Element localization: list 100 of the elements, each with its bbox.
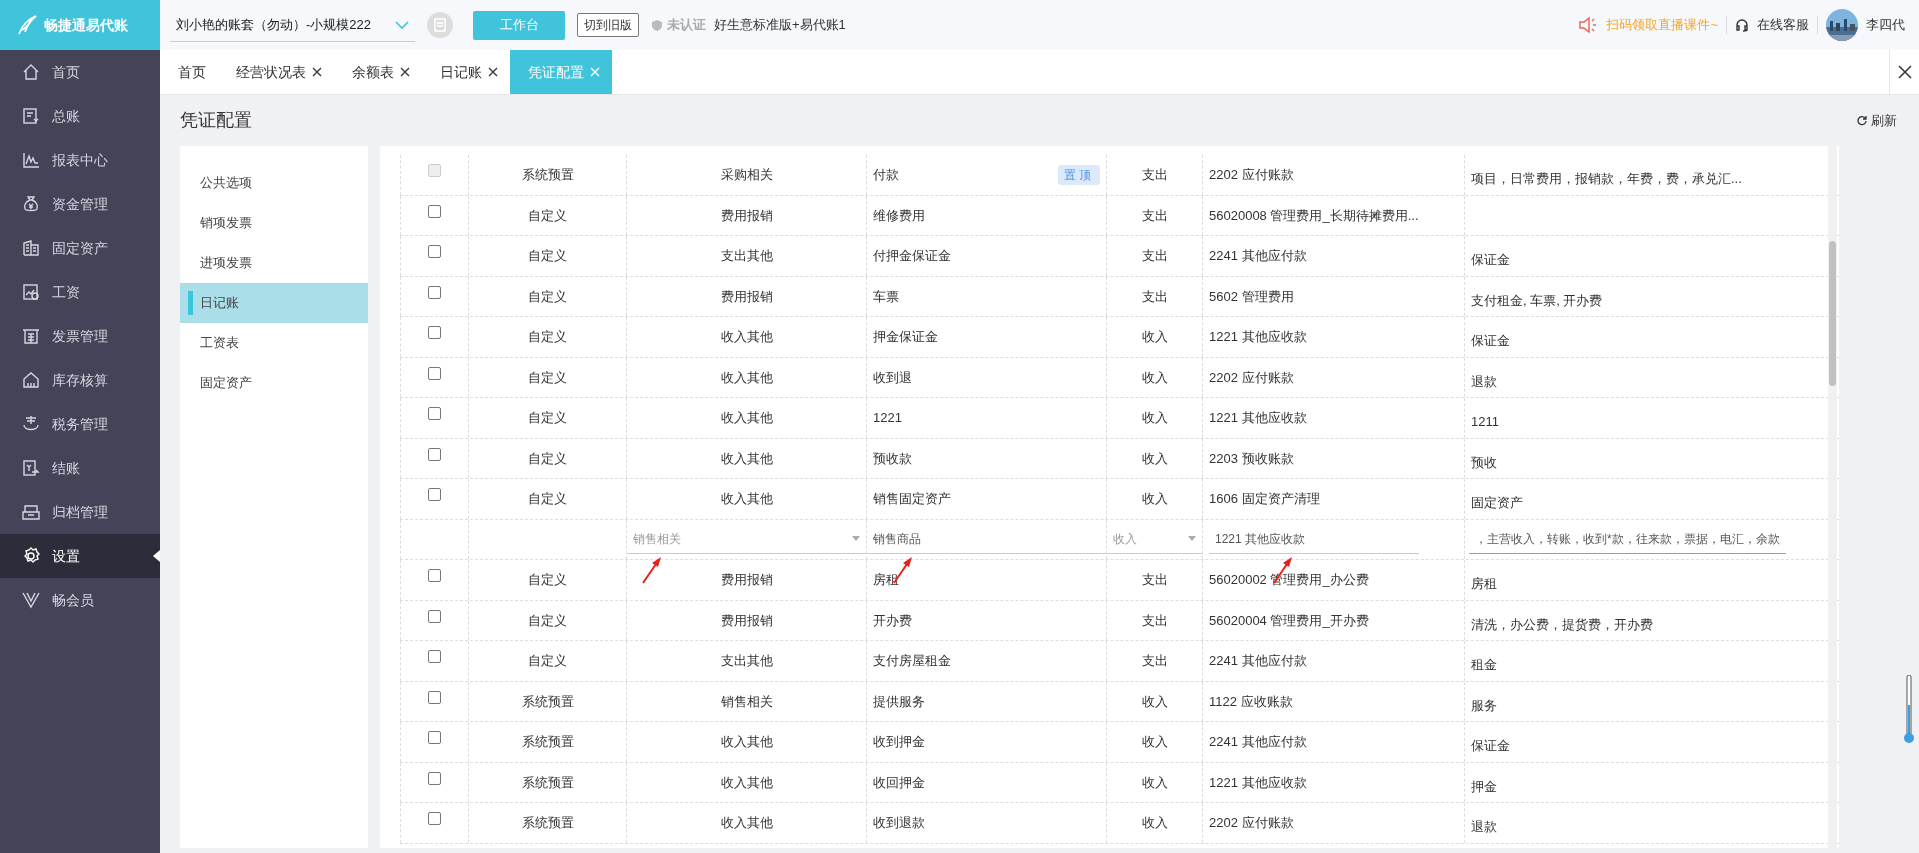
home-icon <box>22 63 40 81</box>
table-cell-text: 支付房屋租金 <box>873 652 951 670</box>
table-cell-text: 自定义 <box>528 611 567 630</box>
table-cell-text: 1122 应收账款 <box>1209 692 1293 711</box>
checkbox[interactable] <box>428 771 441 785</box>
checkbox[interactable] <box>428 609 441 623</box>
nav-item[interactable]: 归档管理 <box>0 490 160 534</box>
settings-menu-item[interactable]: 公共选项 <box>180 163 368 203</box>
table-cell-text: 提供服务 <box>873 692 925 711</box>
chevron-down-icon <box>395 19 409 30</box>
settings-menu-item[interactable]: 工资表 <box>180 323 368 363</box>
table-cell-text: 支出 <box>1141 287 1168 306</box>
nav-item[interactable]: 畅会员 <box>0 578 160 622</box>
table-cell-text: 系统预置 <box>521 773 574 792</box>
headset-icon[interactable] <box>1735 18 1749 32</box>
table-cell-text: 租金 <box>1471 656 1497 674</box>
checkbox[interactable] <box>428 488 441 502</box>
nav-item[interactable]: 报表中心 <box>0 138 160 182</box>
nav-item[interactable]: 税务管理 <box>0 402 160 446</box>
nav-item[interactable]: 资金管理 <box>0 182 160 226</box>
table-cell-text: 收入 <box>1141 490 1168 508</box>
settings-menu-item[interactable]: 销项发票 <box>180 203 368 243</box>
nav-item[interactable]: 首页 <box>0 50 160 94</box>
keywords-field[interactable]: ，主营收入，转账，收到*款，往来款，票据，电汇，余款 <box>1469 524 1786 555</box>
checkbox[interactable] <box>428 285 441 299</box>
table-cell-text: 收入 <box>1141 733 1168 751</box>
table-cell-text: 自定义 <box>528 652 567 670</box>
table-cell-text: 固定资产 <box>1471 494 1523 512</box>
table-cell-text: 1221 其他应收款 <box>1209 773 1307 792</box>
old-version-button[interactable]: 切到旧版 <box>577 13 639 37</box>
settings-menu-item[interactable]: 日记账 <box>180 283 368 323</box>
close-icon[interactable] <box>1897 65 1912 79</box>
table-cell-text: 系统预置 <box>521 814 574 832</box>
table-cell-text: 1221 <box>873 409 902 427</box>
checkbox[interactable] <box>428 366 441 380</box>
close-icon[interactable] <box>312 67 322 77</box>
payroll-icon <box>22 283 40 301</box>
table-cell-text: 自定义 <box>528 409 567 427</box>
table-cell-text: 保证金 <box>1471 332 1510 350</box>
settings-menu-item[interactable]: 进项发票 <box>180 243 368 283</box>
tab[interactable]: 余额表 <box>334 50 422 94</box>
name-field[interactable]: 销售商品 <box>867 524 1106 555</box>
tab[interactable]: 日记账 <box>422 50 510 94</box>
table-cell-text: 支付租金, 车票, 开办费 <box>1471 291 1603 310</box>
nav-item[interactable]: 库存核算 <box>0 358 160 402</box>
table-cell-text: 支出其他 <box>720 247 773 265</box>
table-cell-text: 2241 其他应付款 <box>1209 247 1307 265</box>
account-selector[interactable]: 刘小艳的账套（勿动）-小规模222 <box>170 8 415 42</box>
table-cell-text: 支出 <box>1141 611 1168 630</box>
table-cell-text: 保证金 <box>1471 251 1510 269</box>
checkbox[interactable] <box>428 245 441 259</box>
nav-item[interactable]: 结账 <box>0 446 160 490</box>
tab[interactable]: 首页 <box>160 50 218 94</box>
nav-item[interactable]: 设置 <box>0 534 160 578</box>
table-cell-text: 1211 <box>1471 413 1499 431</box>
table-cell-text: 自定义 <box>528 287 567 306</box>
table-cell-text: 1221 其他应收款 <box>1209 409 1307 427</box>
support-link[interactable]: 在线客服 <box>1757 15 1809 35</box>
account-field[interactable]: 1221 其他应收款 <box>1209 524 1419 555</box>
nav-item[interactable]: 工资 <box>0 270 160 314</box>
table-cell-text: 费用报销 <box>720 287 773 306</box>
annotation-arrow <box>641 555 663 585</box>
table-cell-text: 销售固定资产 <box>873 490 951 508</box>
money-bag-icon <box>22 195 40 213</box>
table-cell-text: 收入其他 <box>720 490 773 508</box>
checkbox[interactable] <box>428 569 441 583</box>
checkbox[interactable] <box>428 690 441 704</box>
table-cell-text: 系统预置 <box>521 692 574 711</box>
table-cell-text: 5602 管理费用 <box>1209 287 1294 306</box>
table-cell-text: 2241 其他应付款 <box>1209 652 1307 670</box>
checkbox[interactable] <box>428 447 441 461</box>
table-cell-text: 收入其他 <box>720 773 773 792</box>
table-cell-text: 服务 <box>1471 696 1497 715</box>
checkbox[interactable] <box>428 650 441 664</box>
speaker-icon <box>1578 16 1599 34</box>
checkbox[interactable] <box>428 326 441 340</box>
close-icon[interactable] <box>400 67 410 77</box>
vertical-slider-icon[interactable] <box>1904 675 1914 745</box>
table-cell-text: 收入其他 <box>720 328 773 346</box>
nav-item[interactable]: 总账 <box>0 94 160 138</box>
nav-item[interactable]: 固定资产 <box>0 226 160 270</box>
checkbox[interactable] <box>428 812 441 826</box>
settings-menu-item[interactable]: 固定资产 <box>180 363 368 403</box>
page-title: 凭证配置 <box>180 109 252 132</box>
scrollbar-thumb[interactable] <box>1829 241 1836 386</box>
table-cell-text: 费用报销 <box>720 611 773 630</box>
close-icon[interactable] <box>488 67 498 77</box>
tab[interactable]: 经营状况表 <box>218 50 334 94</box>
checkbox[interactable] <box>428 407 441 421</box>
table-cell-text: 系统预置 <box>521 733 574 751</box>
archive-icon <box>22 503 40 521</box>
checkbox[interactable] <box>428 204 441 218</box>
nav-item[interactable]: 发票管理 <box>0 314 160 358</box>
checkbox[interactable] <box>428 731 441 745</box>
table-cell-text: 收入 <box>1141 409 1168 427</box>
refresh-button[interactable]: 刷新 <box>1856 110 1897 131</box>
table-cell-text: 押金 <box>1471 777 1497 796</box>
table-cell-text: 收入其他 <box>720 449 773 468</box>
table-cell-text: 自定义 <box>528 206 567 225</box>
table-cell-text: 收到退款 <box>873 814 925 832</box>
